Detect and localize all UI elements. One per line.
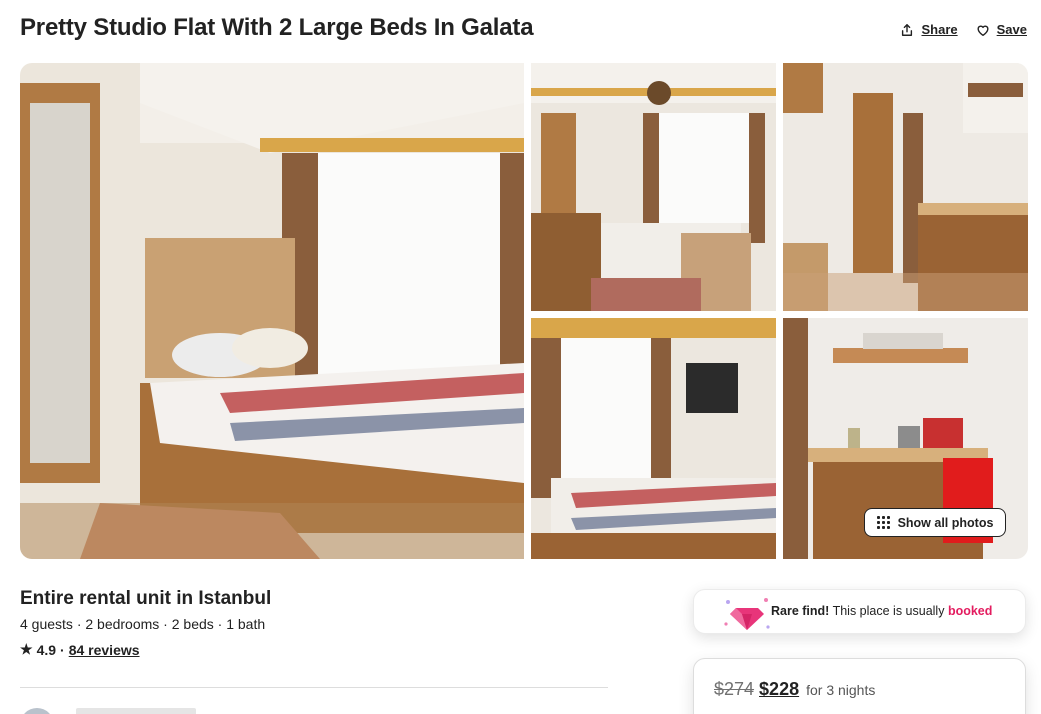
share-label: Share xyxy=(921,22,958,37)
price-card: $274 $228 for 3 nights xyxy=(693,658,1026,714)
host-name-placeholder xyxy=(76,708,196,714)
star-icon: ★ xyxy=(20,641,33,657)
show-all-photos-label: Show all photos xyxy=(897,515,994,530)
rare-find-message: This place is usually xyxy=(832,604,945,618)
save-label: Save xyxy=(996,22,1027,37)
show-all-photos-button[interactable]: Show all photos xyxy=(864,508,1006,537)
rare-find-highlight: booked xyxy=(947,604,993,618)
price-row: $274 $228 for 3 nights xyxy=(714,679,875,700)
listing-title: Pretty Studio Flat With 2 Large Beds In … xyxy=(20,14,534,41)
rating-separator: · xyxy=(60,641,65,658)
listing-subtitle: Entire rental unit in Istanbul xyxy=(20,588,272,609)
grid-icon xyxy=(876,516,890,529)
share-button[interactable]: Share xyxy=(900,22,958,37)
photo-gallery xyxy=(20,63,1028,559)
listing-actions: Share Save xyxy=(900,22,1027,37)
share-icon xyxy=(902,23,913,36)
discounted-price[interactable]: $228 xyxy=(759,679,799,700)
photo-2[interactable] xyxy=(531,63,776,311)
original-price: $274 xyxy=(714,679,755,699)
save-button[interactable]: Save xyxy=(976,22,1027,37)
host-avatar[interactable] xyxy=(20,708,54,714)
rare-find-text: Rare find! This place is usually booked xyxy=(771,604,992,618)
rating-summary: ★ 4.9 · 84 reviews xyxy=(20,641,140,658)
gem-icon xyxy=(724,598,770,630)
photo-4[interactable] xyxy=(531,318,776,559)
main-photo[interactable] xyxy=(20,63,524,559)
heart-icon xyxy=(977,25,989,36)
rare-find-banner: Rare find! This place is usually booked xyxy=(693,589,1026,634)
rare-find-lead: Rare find! xyxy=(771,604,830,618)
photo-3[interactable] xyxy=(783,63,1028,311)
listing-details: 4 guests · 2 bedrooms · 2 beds · 1 bath xyxy=(20,616,266,632)
price-period: for 3 nights xyxy=(806,682,876,698)
section-divider xyxy=(20,687,608,688)
rating-value: 4.9 xyxy=(36,641,57,658)
reviews-link[interactable]: 84 reviews xyxy=(69,642,140,658)
